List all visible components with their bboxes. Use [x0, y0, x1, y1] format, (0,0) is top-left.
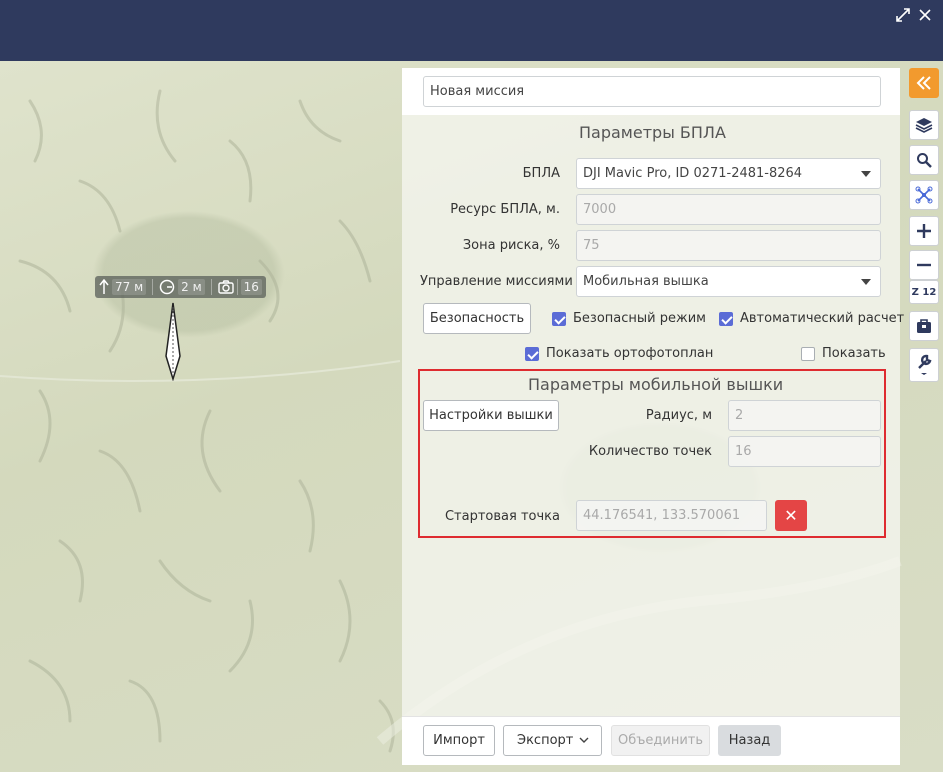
- control-label: Управление миссиями: [420, 274, 573, 289]
- uav-select[interactable]: DJI Mavic Pro, ID 0271-2481-8264: [576, 158, 881, 189]
- start-point-field[interactable]: 44.176541, 133.570061: [576, 500, 767, 531]
- panel-footer: Импорт Экспорт Объединить Назад: [402, 716, 900, 765]
- import-button[interactable]: Импорт: [423, 725, 495, 756]
- export-dropdown-button[interactable]: Экспорт: [503, 725, 602, 756]
- divider: [152, 279, 154, 295]
- auto-calc-checkbox[interactable]: Автоматический расчет: [719, 311, 904, 326]
- auto-calc-label: Автоматический расчет: [740, 311, 905, 326]
- safety-button[interactable]: Безопасность: [423, 303, 531, 334]
- altitude-value: 77 м: [112, 279, 147, 295]
- uav-label: БПЛА: [522, 166, 560, 181]
- search-icon: [917, 153, 932, 168]
- drone-icon: [915, 186, 933, 204]
- delete-start-point-button[interactable]: ✕: [775, 500, 807, 531]
- resource-field[interactable]: 7000: [576, 194, 881, 225]
- chevron-down-icon: [579, 737, 589, 743]
- expand-arrows-icon[interactable]: [894, 7, 912, 25]
- divider: [236, 279, 238, 295]
- checkbox-unchecked-icon: [801, 346, 815, 361]
- checkbox-checked-icon: [552, 311, 566, 326]
- risk-field[interactable]: 75: [576, 230, 881, 261]
- points-label: Количество точек: [588, 444, 712, 459]
- plus-icon: [917, 224, 931, 238]
- show-checkbox[interactable]: Показать: [801, 346, 886, 361]
- tower-settings-button[interactable]: Настройки вышки: [423, 400, 559, 431]
- close-icon: ✕: [784, 506, 798, 525]
- back-button[interactable]: Назад: [718, 725, 781, 756]
- ortho-checkbox[interactable]: Показать ортофотоплан: [525, 346, 713, 361]
- mission-name-input[interactable]: Новая миссия: [423, 76, 881, 107]
- photo-count-value: 16: [240, 279, 262, 295]
- resource-label: Ресурс БПЛА, м.: [450, 202, 560, 217]
- divider: [210, 279, 212, 295]
- drone-mode-button[interactable]: [909, 180, 939, 210]
- radius-field[interactable]: 2: [728, 400, 881, 431]
- control-select[interactable]: Мобильная вышка: [576, 266, 881, 297]
- checkbox-checked-icon: [719, 311, 733, 326]
- collapse-panel-button[interactable]: [909, 68, 939, 98]
- double-chevron-left-icon: [916, 76, 931, 90]
- drone-info-tag: 77 м 2 м 16: [95, 276, 266, 298]
- search-button[interactable]: [909, 145, 939, 175]
- close-icon[interactable]: [916, 7, 934, 25]
- merge-button[interactable]: Объединить: [611, 725, 710, 756]
- safe-mode-label: Безопасный режим: [573, 311, 706, 326]
- zoom-out-button[interactable]: [909, 250, 939, 280]
- layers-button[interactable]: [909, 110, 939, 140]
- radius-label: Радиус, м: [645, 408, 712, 423]
- tower-params-title: Параметры мобильной вышки: [528, 375, 784, 394]
- ortho-label: Показать ортофотоплан: [546, 346, 714, 361]
- safe-mode-checkbox[interactable]: Безопасный режим: [552, 311, 706, 326]
- start-point-label: Стартовая точка: [444, 509, 560, 524]
- zoom-level-indicator: Z 12: [909, 280, 939, 304]
- zoom-in-button[interactable]: [909, 216, 939, 246]
- briefcase-icon: [917, 319, 931, 333]
- layers-icon: [915, 118, 933, 133]
- mission-panel: Новая миссия Параметры БПЛА БПЛА DJI Mav…: [402, 68, 904, 765]
- uav-params-title: Параметры БПЛА: [579, 123, 726, 142]
- altitude-arrow-icon: [99, 279, 109, 294]
- export-label: Экспорт: [517, 733, 574, 748]
- kit-button[interactable]: [909, 311, 939, 341]
- tools-button[interactable]: [909, 348, 939, 382]
- uav-select-value: DJI Mavic Pro, ID 0271-2481-8264: [583, 166, 803, 181]
- minus-icon: [917, 263, 931, 267]
- checkbox-checked-icon: [525, 346, 539, 361]
- drone-marker-icon[interactable]: [163, 301, 183, 381]
- points-field[interactable]: 16: [728, 436, 881, 467]
- risk-label: Зона риска, %: [462, 238, 560, 253]
- wrench-icon: [918, 354, 932, 375]
- show-label: Показать: [822, 346, 886, 361]
- speed-gauge-icon: [159, 279, 175, 295]
- control-select-value: Мобильная вышка: [583, 274, 709, 289]
- speed-value: 2 м: [178, 279, 205, 295]
- camera-icon: [217, 280, 234, 294]
- app-header: [0, 0, 943, 61]
